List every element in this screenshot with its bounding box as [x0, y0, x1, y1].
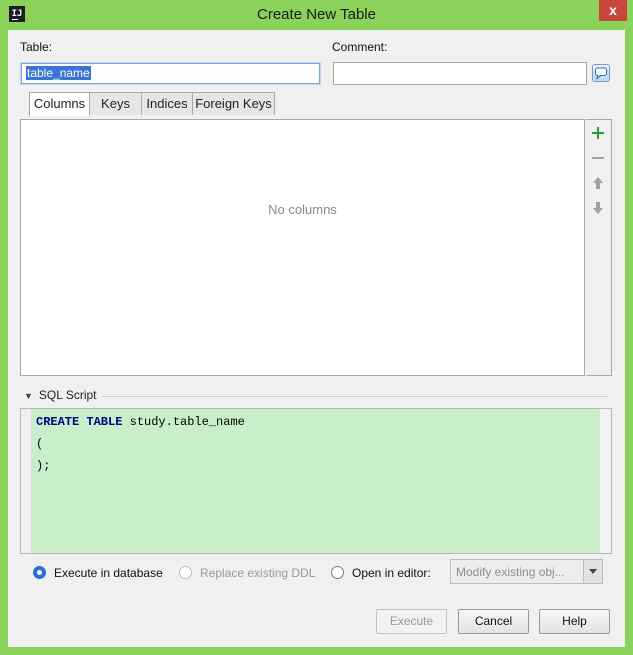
- table-name-input[interactable]: table_name: [21, 63, 320, 84]
- sql-divider: [102, 396, 608, 397]
- execute-in-database-label[interactable]: Execute in database: [54, 566, 163, 580]
- empty-columns-message: No columns: [268, 202, 337, 217]
- chevron-down-icon[interactable]: [583, 560, 602, 583]
- table-label: Table:: [20, 40, 53, 54]
- editor-scrollbar[interactable]: [599, 409, 611, 553]
- columns-toolbar: [586, 119, 612, 376]
- dialog-body: Table: table_name Comment: Columns Keys …: [8, 30, 625, 647]
- columns-table[interactable]: No columns: [20, 119, 585, 376]
- replace-existing-ddl-radio[interactable]: [179, 566, 192, 579]
- close-button[interactable]: x: [599, 0, 627, 21]
- comment-input[interactable]: [333, 62, 587, 85]
- execute-in-database-radio[interactable]: [33, 566, 46, 579]
- window-title: Create New Table: [257, 6, 376, 23]
- code-line: );: [36, 459, 51, 473]
- tab-keys[interactable]: Keys: [89, 92, 142, 115]
- speech-bubble-icon: [595, 67, 607, 80]
- replace-existing-ddl-label[interactable]: Replace existing DDL: [200, 566, 315, 580]
- editor-mode-dropdown[interactable]: Modify existing obj...: [450, 559, 603, 584]
- table-name-value: table_name: [26, 66, 91, 80]
- collapse-triangle-icon: ▼: [24, 391, 33, 401]
- remove-icon[interactable]: [590, 150, 606, 166]
- code-line: (: [36, 437, 44, 451]
- add-icon[interactable]: [590, 125, 606, 141]
- dialog-window: IJ Create New Table x Table: table_name …: [0, 0, 633, 655]
- comment-editor-button[interactable]: [592, 64, 610, 82]
- open-in-editor-radio[interactable]: [331, 566, 344, 579]
- help-button[interactable]: Help: [539, 609, 610, 634]
- open-in-editor-label[interactable]: Open in editor:: [352, 566, 431, 580]
- tab-columns[interactable]: Columns: [29, 92, 90, 116]
- execute-button[interactable]: Execute: [376, 609, 447, 634]
- cancel-button[interactable]: Cancel: [458, 609, 529, 634]
- editor-mode-value: Modify existing obj...: [456, 565, 565, 579]
- sql-script-toggle[interactable]: ▼ SQL Script: [24, 388, 97, 402]
- tab-indices[interactable]: Indices: [141, 92, 193, 115]
- tab-foreign-keys[interactable]: Foreign Keys: [192, 92, 275, 115]
- title-bar[interactable]: IJ Create New Table x: [0, 0, 633, 30]
- comment-label: Comment:: [332, 40, 388, 54]
- sql-editor[interactable]: CREATE TABLE study.table_name ( );: [20, 408, 612, 554]
- code-line: CREATE TABLE study.table_name: [36, 415, 245, 429]
- sql-code-area[interactable]: CREATE TABLE study.table_name ( );: [31, 409, 600, 553]
- move-down-icon[interactable]: [590, 200, 606, 216]
- sql-script-label: SQL Script: [38, 388, 97, 402]
- move-up-icon[interactable]: [590, 175, 606, 191]
